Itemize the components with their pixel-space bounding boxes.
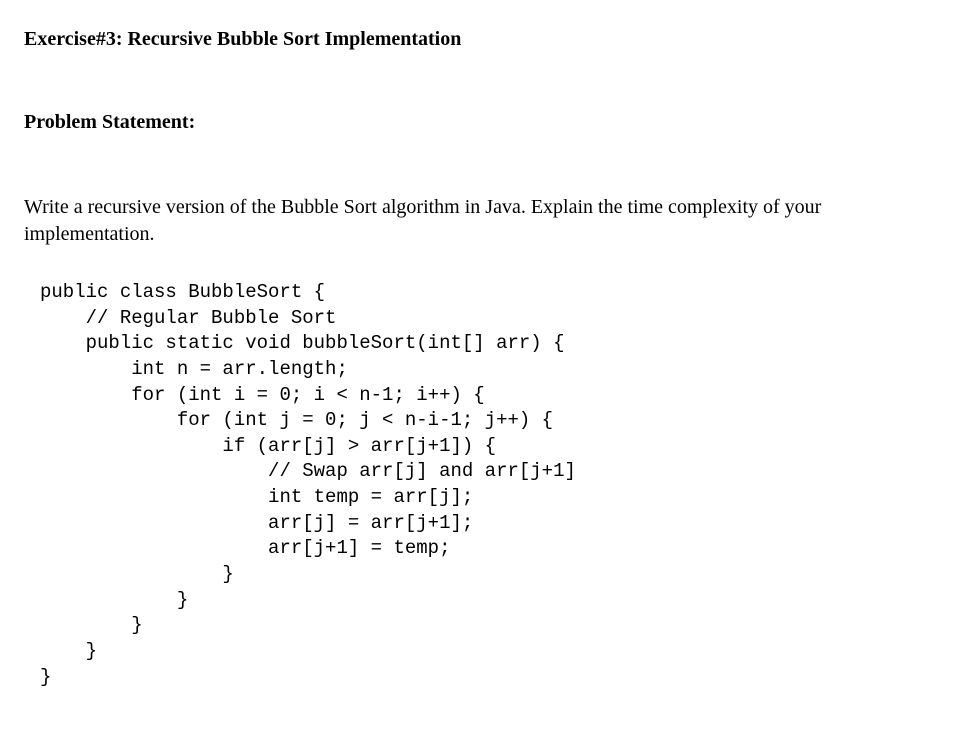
code-listing: public class BubbleSort { // Regular Bub… bbox=[24, 280, 930, 690]
problem-statement-heading: Problem Statement: bbox=[24, 111, 930, 134]
problem-description: Write a recursive version of the Bubble … bbox=[24, 194, 930, 248]
exercise-title: Exercise#3: Recursive Bubble Sort Implem… bbox=[24, 28, 930, 51]
document-page: Exercise#3: Recursive Bubble Sort Implem… bbox=[0, 0, 954, 730]
